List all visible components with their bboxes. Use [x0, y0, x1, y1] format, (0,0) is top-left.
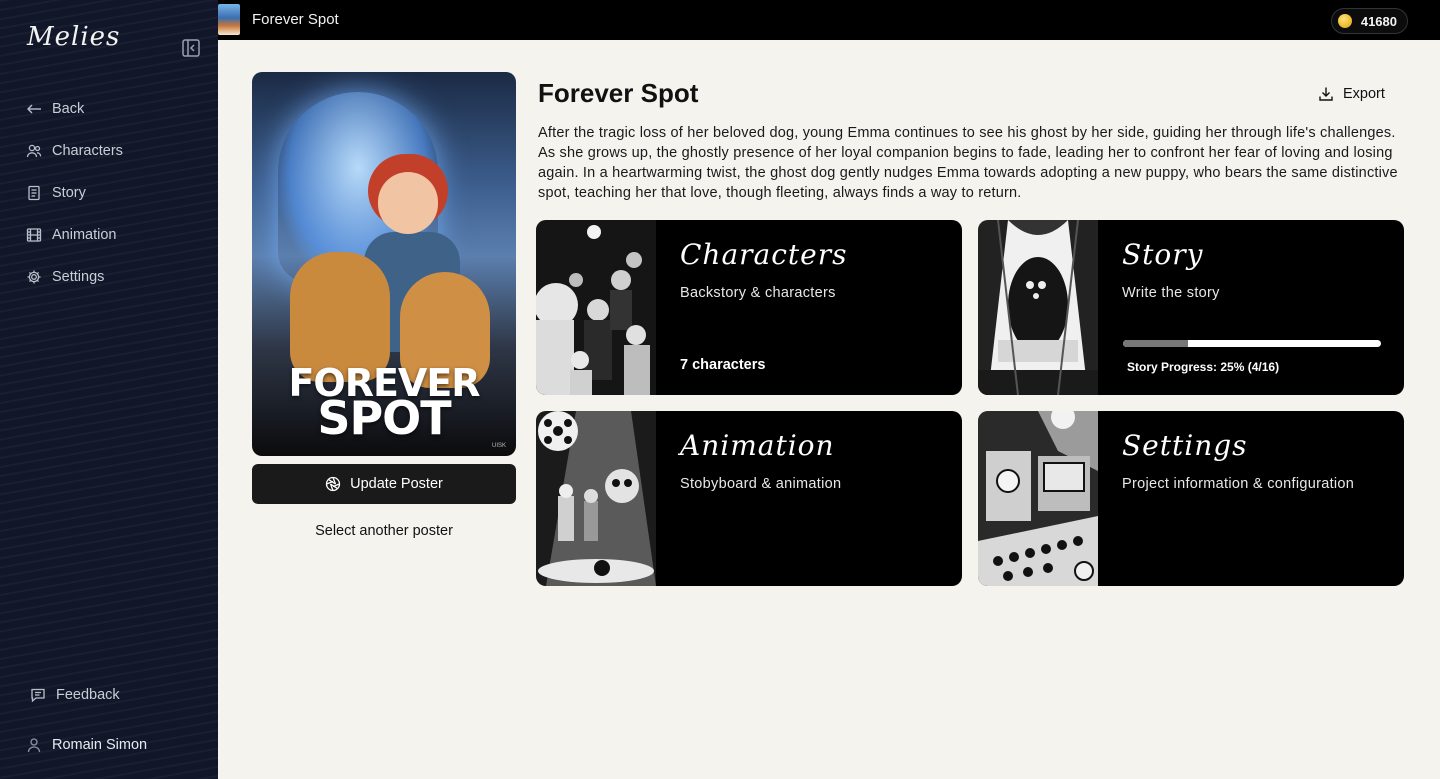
sidebar-item-characters[interactable]: Characters — [0, 130, 218, 172]
user-icon — [26, 737, 42, 753]
export-button[interactable]: Export — [1318, 84, 1385, 104]
film-icon — [26, 227, 42, 243]
document-icon — [26, 185, 42, 201]
story-card[interactable]: Story Write the story Story Progress: 25… — [978, 220, 1404, 395]
user-section: Romain Simon — [0, 724, 218, 766]
animation-card-illustration — [536, 411, 656, 586]
update-poster-button[interactable]: Update Poster — [252, 464, 516, 504]
poster-watermark: UISK — [491, 443, 506, 449]
animation-card[interactable]: Animation Stobyboard & animation — [536, 411, 962, 586]
page-title: Forever Spot — [538, 78, 699, 108]
coin-icon — [1337, 14, 1352, 28]
project-poster[interactable]: FOREVER SPOT UISK — [252, 72, 516, 456]
feedback-section: Feedback — [0, 674, 218, 716]
download-icon — [1318, 86, 1334, 102]
topbar-project-title: Forever Spot — [252, 11, 339, 28]
animation-card-title: Animation — [680, 429, 835, 462]
sidebar-item-animation[interactable]: Animation — [0, 214, 218, 256]
characters-card-title: Characters — [680, 238, 848, 271]
sidebar-item-label: Settings — [52, 269, 105, 285]
story-progress-bar — [1123, 340, 1381, 347]
user-name: Romain Simon — [52, 737, 148, 753]
settings-card-illustration — [978, 411, 1098, 586]
sidebar-item-settings[interactable]: Settings — [0, 256, 218, 298]
sidebar-item-label: Story — [52, 185, 86, 201]
coin-count: 41680 — [1360, 13, 1397, 29]
settings-card-title: Settings — [1122, 429, 1248, 462]
top-bar: Forever Spot 41680 — [218, 0, 1440, 40]
story-card-illustration — [978, 220, 1098, 395]
sidebar: Melies Back Characters Story Animation S… — [0, 0, 218, 779]
select-another-poster-link[interactable]: Select another poster — [252, 523, 516, 539]
sidebar-item-label: Characters — [52, 143, 123, 159]
chat-icon — [30, 687, 46, 703]
sidebar-item-story[interactable]: Story — [0, 172, 218, 214]
poster-girl-face — [378, 172, 438, 234]
user-menu[interactable]: Romain Simon — [0, 724, 218, 766]
characters-card[interactable]: Characters Backstory & characters 7 char… — [536, 220, 962, 395]
sidebar-item-back[interactable]: Back — [0, 88, 218, 130]
feedback-label: Feedback — [56, 687, 120, 703]
sidebar-collapse-icon[interactable] — [181, 38, 201, 58]
sidebar-item-label: Animation — [52, 227, 117, 243]
coin-balance[interactable]: 41680 — [1330, 8, 1408, 34]
story-card-title: Story — [1122, 238, 1204, 271]
export-label: Export — [1343, 86, 1385, 102]
story-progress-label: Story Progress: 25% (4/16) — [1127, 360, 1280, 374]
poster-title-line2: SPOT — [317, 391, 451, 445]
characters-card-subtitle: Backstory & characters — [680, 285, 836, 301]
gear-icon — [26, 269, 42, 285]
feedback-button[interactable]: Feedback — [0, 674, 218, 716]
project-thumbnail — [218, 4, 240, 35]
aperture-icon — [325, 476, 341, 492]
sidebar-item-label: Back — [52, 101, 85, 117]
users-icon — [26, 143, 42, 159]
app-logo[interactable]: Melies — [27, 22, 120, 52]
story-card-subtitle: Write the story — [1122, 285, 1220, 301]
settings-card[interactable]: Settings Project information & configura… — [978, 411, 1404, 586]
story-progress-fill — [1123, 340, 1188, 347]
project-description: After the tragic loss of her beloved dog… — [538, 125, 1398, 201]
update-poster-label: Update Poster — [350, 476, 443, 492]
arrow-left-icon — [26, 101, 42, 117]
animation-card-subtitle: Stobyboard & animation — [680, 476, 842, 492]
characters-card-illustration — [536, 220, 656, 395]
sidebar-nav: Back Characters Story Animation Settings — [0, 88, 218, 298]
characters-count: 7 characters — [680, 357, 766, 373]
settings-card-subtitle: Project information & configuration — [1122, 476, 1355, 492]
